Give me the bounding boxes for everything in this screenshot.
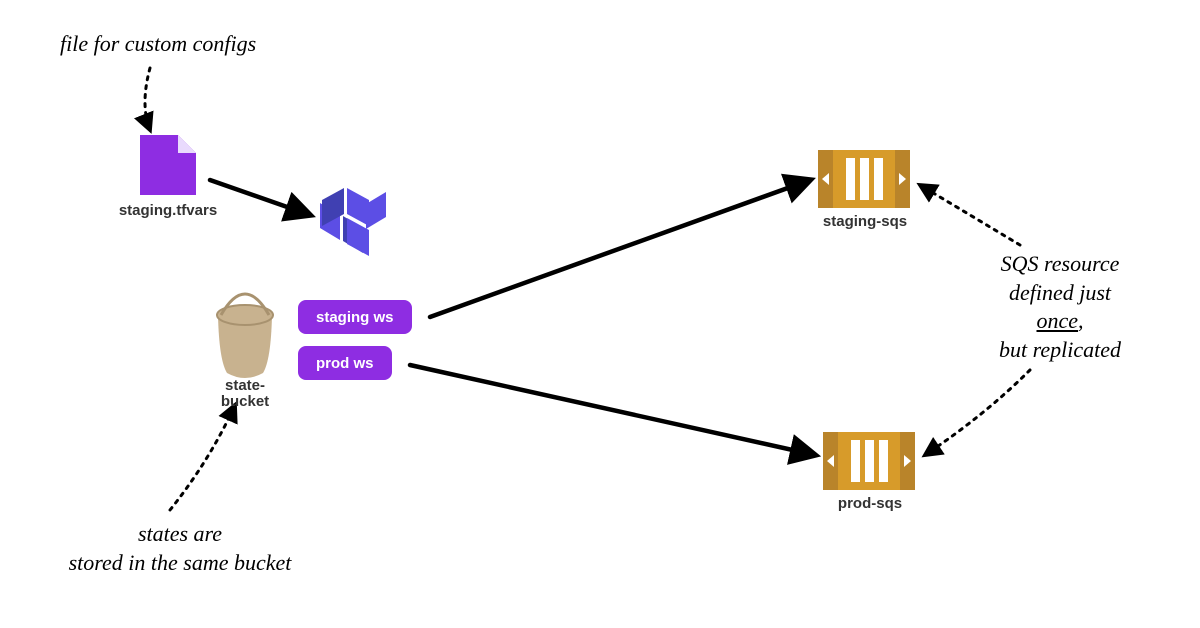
- connector-note-to-tfvars: [145, 68, 150, 130]
- connector-prodws-to-prodsqs: [410, 365, 815, 455]
- sqs-icon-staging: [818, 150, 910, 208]
- prod-ws-pill: prod ws: [298, 346, 392, 380]
- prod-sqs-label: prod-sqs: [810, 495, 930, 512]
- connector-stagingws-to-stagingsqs: [430, 180, 810, 317]
- staging-ws-pill: staging ws: [298, 300, 412, 334]
- connector-note-to-bucket: [170, 405, 235, 510]
- bucket-icon: [217, 294, 273, 378]
- tfvars-label: staging.tfvars: [108, 202, 228, 219]
- note-states-bucket: states arestored in the same bucket: [30, 520, 330, 577]
- connector-note-to-prodsqs: [925, 370, 1030, 455]
- note-sqs-replicated: SQS resourcedefined justonce,but replica…: [970, 250, 1150, 364]
- staging-sqs-label: staging-sqs: [805, 213, 925, 230]
- sqs-icon-prod: [823, 432, 915, 490]
- note-custom-configs: file for custom configs: [60, 30, 320, 59]
- file-icon: [140, 135, 196, 195]
- connector-note-to-stagingsqs: [920, 185, 1020, 245]
- bucket-label: state-bucket: [205, 378, 285, 410]
